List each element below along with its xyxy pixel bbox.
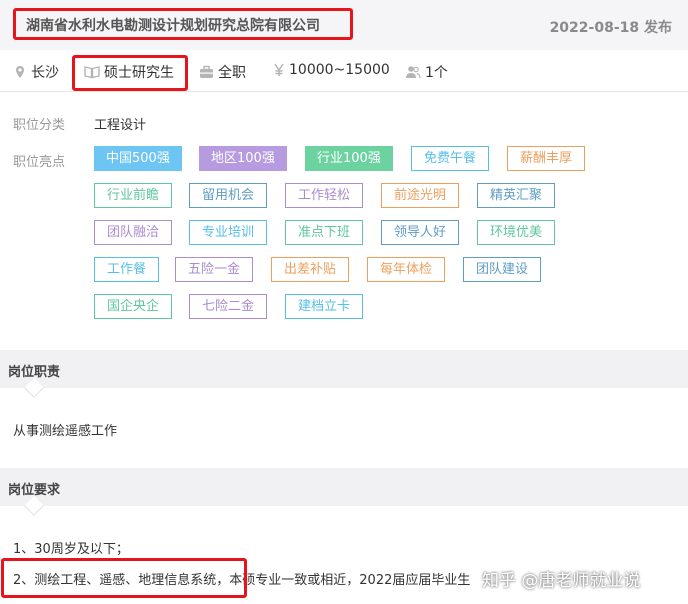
category-label: 职位分类: [13, 118, 66, 133]
requirement-line-1: 1、30周岁及以下；: [13, 542, 129, 557]
highlight-tag: 建档立卡: [285, 294, 364, 319]
highlight-tag: 精英汇聚: [477, 183, 556, 208]
highlight-tag: 专业培训: [189, 220, 268, 245]
watermark: 知乎 @唐老师就业说: [482, 571, 641, 591]
headcount-info: 1个: [405, 62, 448, 82]
highlight-tag: 出差补贴: [271, 257, 350, 282]
duties-text: 从事测绘遥感工作: [13, 424, 118, 439]
category-value: 工程设计: [94, 118, 147, 133]
highlight-tag: 领导人好: [381, 220, 460, 245]
location-text: 长沙: [31, 65, 59, 81]
yen-icon: [274, 63, 284, 76]
highlight-tag: 国企央企: [94, 294, 173, 319]
publish-date: 2022-08-18 发布: [549, 20, 672, 36]
job-type-text: 全职: [218, 65, 246, 81]
annotation-box-requirement: [1, 558, 247, 598]
highlight-tag: 团队融洽: [94, 220, 173, 245]
highlight-tag: 留用机会: [189, 183, 268, 208]
requirements-section-header: 岗位要求: [0, 468, 688, 506]
highlight-tag: 准点下班: [285, 220, 364, 245]
highlight-tag: 工作轻松: [285, 183, 364, 208]
highlight-tag: 团队建设: [463, 257, 542, 282]
highlight-tag: 每年体检: [367, 257, 446, 282]
highlight-tag: 地区100强: [199, 146, 287, 171]
job-type-info: 全职: [199, 62, 246, 82]
annotation-box-education: [72, 55, 188, 91]
highlight-tag: 五险一金: [175, 257, 254, 282]
highlight-tag: 环境优美: [477, 220, 556, 245]
headcount-text: 1个: [425, 65, 448, 81]
briefcase-icon: [200, 65, 213, 78]
highlight-tag: 行业前瞻: [94, 183, 173, 208]
highlight-tag: 中国500强: [94, 146, 182, 171]
highlight-tag: 七险二金: [189, 294, 268, 319]
location-pin-icon: [16, 66, 24, 78]
highlight-tag: 工作餐: [94, 257, 160, 282]
duties-section-header: 岗位职责: [0, 350, 688, 388]
highlight-tag: 前途光明: [381, 183, 460, 208]
highlight-tag: 薪酬丰厚: [507, 146, 586, 171]
location-info: 长沙: [13, 62, 59, 82]
salary-info: 10000~15000: [273, 62, 390, 78]
salary-text: 10000~15000: [289, 62, 390, 78]
highlights-label: 职位亮点: [13, 155, 66, 170]
highlight-tag: 行业100强: [305, 146, 393, 171]
highlight-tag: 免费午餐: [411, 146, 490, 171]
people-icon: [406, 66, 421, 79]
annotation-box-company: [13, 8, 353, 40]
